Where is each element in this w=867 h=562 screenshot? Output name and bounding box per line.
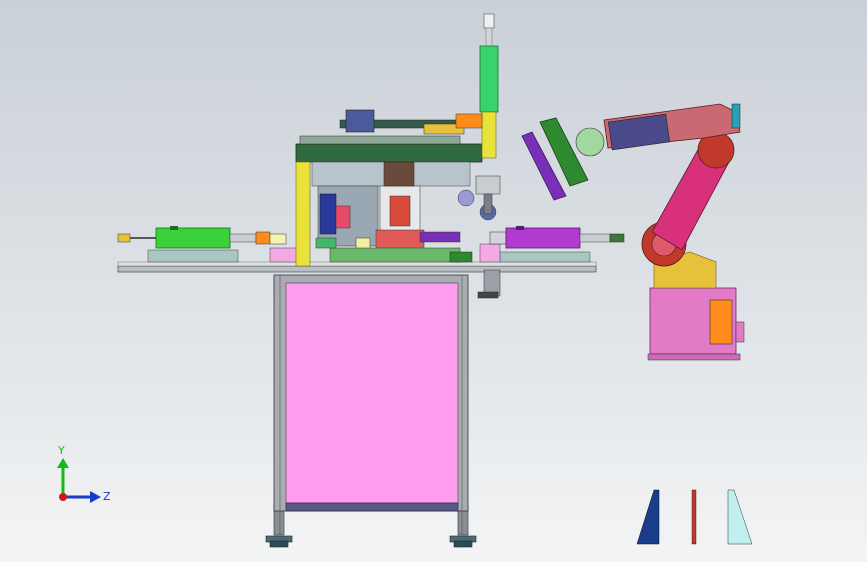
- center-mechanism: [295, 109, 497, 267]
- machine-table: [265, 274, 477, 548]
- viewport-triad-icon: Y Z: [57, 444, 111, 503]
- view-orientation-wedge-icon[interactable]: [636, 489, 753, 545]
- cad-viewport[interactable]: Y Z: [0, 0, 867, 562]
- left-air-cylinder: [117, 226, 287, 249]
- triad-y-label: Y: [57, 444, 65, 457]
- assembly-drawing[interactable]: Y Z: [0, 0, 867, 562]
- triad-z-label: Z: [103, 490, 111, 503]
- right-air-cylinder: [489, 226, 625, 249]
